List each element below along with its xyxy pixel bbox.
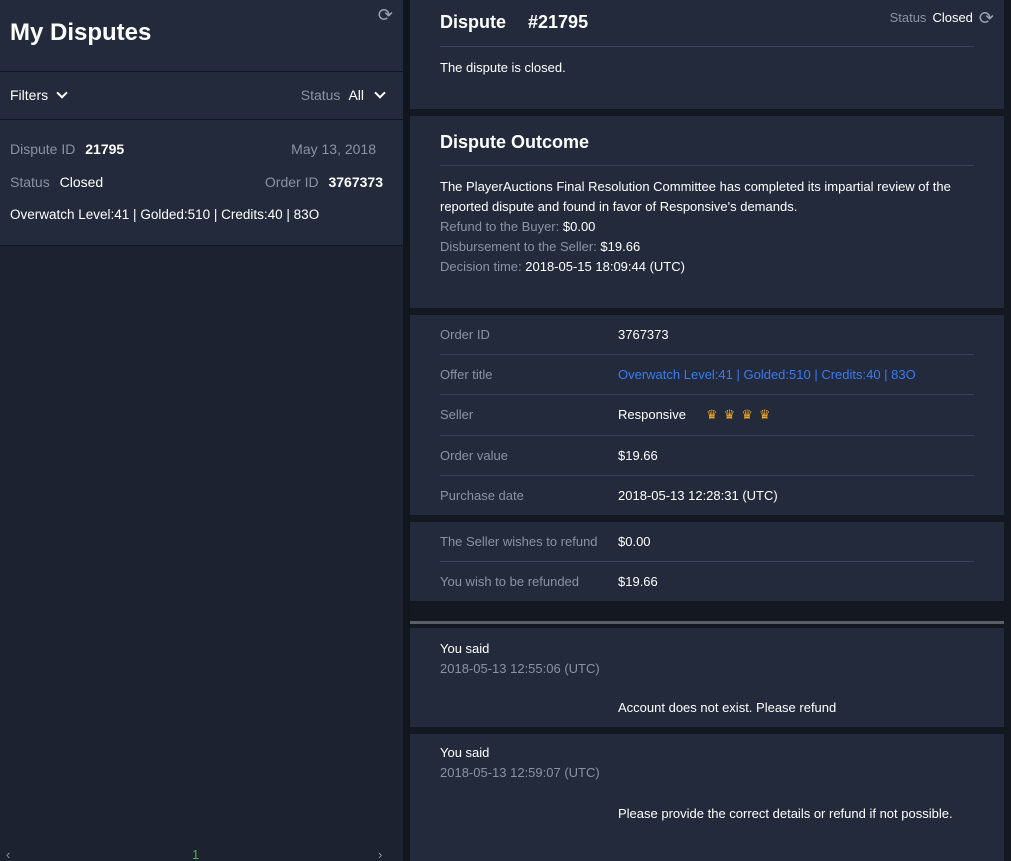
decision-time-value: 2018-05-15 18:09:44 (UTC) — [525, 259, 685, 274]
filters-label: Filters — [10, 87, 49, 103]
panel-divider — [403, 0, 410, 861]
pagination: ‹ 1 › — [0, 847, 403, 861]
message-author: You said — [440, 641, 490, 656]
seller-wishes-value: $0.00 — [618, 534, 651, 549]
disbursement-value: $19.66 — [600, 239, 641, 254]
message-author: You said — [440, 745, 490, 760]
separator — [440, 561, 974, 562]
dispute-title: Dispute — [440, 12, 507, 32]
sidebar-header: My Disputes ⟳ — [0, 0, 403, 72]
outcome-text: The PlayerAuctions Final Resolution Comm… — [440, 179, 951, 214]
you-wish-label: You wish to be refunded — [440, 574, 580, 589]
dispute-offer-title: Overwatch Level:41 | Golded:510 | Credit… — [10, 207, 320, 222]
message-item: You said 2018-05-13 12:59:07 (UTC) Pleas… — [410, 734, 1004, 861]
status-filter-value: All — [348, 87, 364, 103]
separator — [440, 435, 974, 436]
seller-name[interactable]: Responsive — [618, 407, 686, 422]
dispute-id-value: 21795 — [85, 141, 125, 157]
separator — [440, 354, 974, 355]
dispute-list-item[interactable]: Dispute ID 21795 May 13, 2018 Status Clo… — [0, 120, 403, 246]
dispute-status-value: Closed — [932, 10, 973, 25]
dispute-status-label: Status — [10, 174, 50, 190]
refund-panel: The Seller wishes to refund $0.00 You wi… — [410, 522, 1004, 601]
message-text: Account does not exist. Please refund — [618, 700, 837, 715]
order-info-panel: Order ID 3767373 Offer title Overwatch L… — [410, 315, 1004, 515]
dispute-number: #21795 — [528, 12, 589, 32]
dispute-id-label: Dispute ID — [10, 141, 76, 157]
dispute-status-label: Status — [889, 10, 927, 25]
status-filter-dropdown[interactable]: Status All — [300, 86, 386, 103]
message-text: Please provide the correct details or re… — [618, 806, 953, 821]
order-id-value: 3767373 — [618, 327, 669, 342]
dispute-header-panel: Dispute #21795 Status Closed ⟳ The dispu… — [410, 0, 1004, 109]
messages-divider — [410, 621, 1004, 624]
message-item: You said 2018-05-13 12:55:06 (UTC) Accou… — [410, 628, 1004, 727]
order-value-value: $19.66 — [618, 448, 658, 463]
purchase-date-value: 2018-05-13 12:28:31 (UTC) — [618, 488, 778, 503]
decision-time-label: Decision time: — [440, 259, 522, 274]
order-id-value: 3767373 — [328, 174, 383, 190]
message-time: 2018-05-13 12:55:06 (UTC) — [440, 661, 600, 676]
message-time: 2018-05-13 12:59:07 (UTC) — [440, 765, 600, 780]
refund-buyer-value: $0.00 — [562, 219, 596, 234]
status-filter-label: Status — [300, 87, 341, 103]
filters-bar: Filters Status All — [0, 72, 403, 120]
order-value-label: Order value — [440, 448, 508, 463]
refresh-icon[interactable]: ⟳ — [378, 6, 393, 24]
order-id-label: Order ID — [440, 327, 490, 342]
disbursement-label: Disbursement to the Seller: — [440, 239, 597, 254]
scrollbar[interactable] — [1004, 0, 1011, 861]
dispute-status-value: Closed — [59, 174, 104, 190]
dispute-message: The dispute is closed. — [440, 60, 566, 75]
purchase-date-label: Purchase date — [440, 488, 524, 503]
separator — [440, 165, 974, 166]
dispute-outcome-panel: Dispute Outcome The PlayerAuctions Final… — [410, 116, 1004, 308]
sidebar-title: My Disputes — [10, 19, 152, 46]
filters-dropdown[interactable]: Filters — [10, 86, 68, 103]
chevron-down-icon — [374, 86, 386, 99]
seller-label: Seller — [440, 407, 474, 422]
offer-title-link[interactable]: Overwatch Level:41 | Golded:510 | Credit… — [618, 367, 916, 382]
pager-next[interactable]: › — [378, 847, 382, 861]
disputes-sidebar: My Disputes ⟳ Filters Status All Dispute… — [0, 0, 403, 861]
dispute-date: May 13, 2018 — [291, 141, 376, 157]
offer-title-label: Offer title — [440, 367, 493, 382]
outcome-title: Dispute Outcome — [440, 132, 590, 152]
you-wish-value: $19.66 — [618, 574, 658, 589]
chevron-down-icon — [56, 86, 68, 99]
pager-page-1[interactable]: 1 — [192, 847, 199, 861]
crown-icon: ♛♛♛♛ — [705, 407, 777, 422]
separator — [440, 46, 974, 47]
separator — [440, 394, 974, 395]
separator — [440, 475, 974, 476]
seller-wishes-label: The Seller wishes to refund — [440, 534, 598, 549]
order-id-label: Order ID — [264, 174, 319, 190]
refund-buyer-label: Refund to the Buyer: — [440, 219, 560, 234]
pager-prev[interactable]: ‹ — [6, 847, 10, 861]
refresh-icon[interactable]: ⟳ — [979, 9, 994, 27]
